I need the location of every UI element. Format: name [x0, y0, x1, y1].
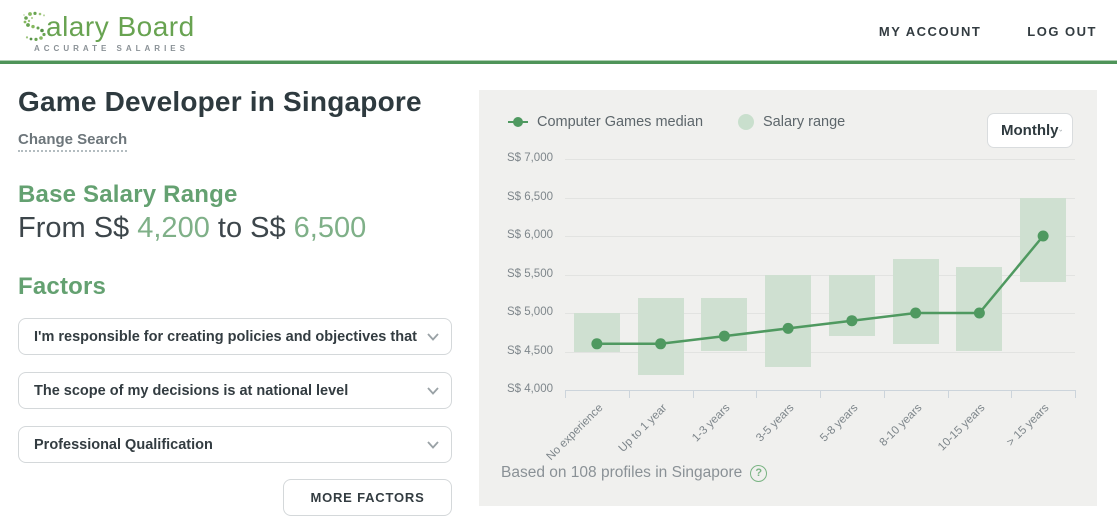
salary-chart-panel: Computer Games median Salary range Month… [479, 90, 1097, 506]
median-data-point[interactable] [655, 338, 666, 349]
logo-title: alary Board [46, 12, 195, 42]
header: alary Board ACCURATE SALARIES MY ACCOUNT… [0, 0, 1117, 60]
median-data-point[interactable] [974, 308, 985, 319]
median-data-point[interactable] [591, 338, 602, 349]
chart-legend: Computer Games median Salary range [508, 114, 845, 130]
y-axis-tick-label: S$ 4,500 [493, 345, 553, 357]
y-axis-tick-label: S$ 7,000 [493, 152, 553, 164]
factor-dropdown-qualification[interactable]: Professional Qualification [18, 426, 452, 463]
x-axis-tick [1075, 390, 1076, 398]
median-data-point[interactable] [846, 315, 857, 326]
factor-dropdown-responsibility[interactable]: I'm responsible for creating policies an… [18, 318, 452, 355]
range-circle-icon [738, 114, 754, 130]
salary-max-value: 6,500 [294, 212, 367, 244]
footnote-text: Based on 108 profiles in Singapore [501, 464, 742, 482]
median-line-dot-icon [508, 116, 528, 128]
nav-log-out[interactable]: LOG OUT [1027, 24, 1097, 39]
median-data-point[interactable] [910, 308, 921, 319]
logo[interactable]: alary Board ACCURATE SALARIES [22, 10, 195, 53]
y-axis-tick-label: S$ 4,000 [493, 383, 553, 395]
page-title: Game Developer in Singapore [18, 86, 452, 118]
factor-dropdown-scope[interactable]: The scope of my decisions is at national… [18, 372, 452, 409]
median-line-series [565, 159, 1075, 390]
legend-label: Computer Games median [537, 114, 703, 130]
help-question-icon[interactable]: ? [750, 465, 767, 482]
header-divider [0, 60, 1117, 64]
x-axis-tick [693, 390, 694, 398]
chevron-down-icon [427, 333, 439, 341]
factor-dropdown-value: The scope of my decisions is at national… [34, 383, 417, 399]
salary-range-heading: Base Salary Range [18, 181, 452, 209]
period-select-value: Monthly [1001, 122, 1059, 139]
y-axis-tick-label: S$ 6,000 [493, 229, 553, 241]
x-axis-tick [756, 390, 757, 398]
more-factors-button[interactable]: MORE FACTORS [283, 479, 452, 516]
logo-subtitle: ACCURATE SALARIES [34, 44, 195, 53]
legend-label: Salary range [763, 114, 845, 130]
x-axis-tick [948, 390, 949, 398]
chevron-down-icon [1059, 127, 1063, 134]
x-axis-tick [565, 390, 566, 398]
factor-dropdown-value: Professional Qualification [34, 437, 417, 453]
median-data-point[interactable] [1038, 231, 1049, 242]
salary-to-label: to S$ [218, 212, 286, 244]
legend-item-range: Salary range [738, 114, 845, 130]
salary-range-value: From S$ 4,200 to S$ 6,500 [18, 212, 452, 245]
x-axis-tick [629, 390, 630, 398]
x-axis-tick [820, 390, 821, 398]
factors-heading: Factors [18, 273, 452, 301]
y-axis-tick-label: S$ 5,500 [493, 268, 553, 280]
salary-min-value: 4,200 [137, 212, 210, 244]
change-search-link[interactable]: Change Search [18, 131, 127, 152]
search-result-panel: Game Developer in Singapore Change Searc… [18, 86, 452, 516]
y-axis-tick-label: S$ 6,500 [493, 191, 553, 203]
x-axis-tick [1011, 390, 1012, 398]
factor-dropdown-value: I'm responsible for creating policies an… [34, 329, 417, 345]
x-axis-tick [884, 390, 885, 398]
period-select[interactable]: Monthly [987, 113, 1073, 148]
nav-my-account[interactable]: MY ACCOUNT [879, 24, 981, 39]
chevron-down-icon [427, 387, 439, 395]
chart-footnote: Based on 108 profiles in Singapore ? [501, 464, 767, 482]
median-data-point[interactable] [783, 323, 794, 334]
salary-from-label: From S$ [18, 212, 129, 244]
header-nav: MY ACCOUNT LOG OUT [879, 24, 1097, 39]
chevron-down-icon [427, 441, 439, 449]
y-axis-tick-label: S$ 5,000 [493, 306, 553, 318]
plot-area: No experienceUp to 1 year1-3 years3-5 ye… [565, 159, 1075, 390]
logo-dotted-s-icon [22, 10, 48, 42]
median-data-point[interactable] [719, 331, 730, 342]
legend-item-median: Computer Games median [508, 114, 703, 130]
